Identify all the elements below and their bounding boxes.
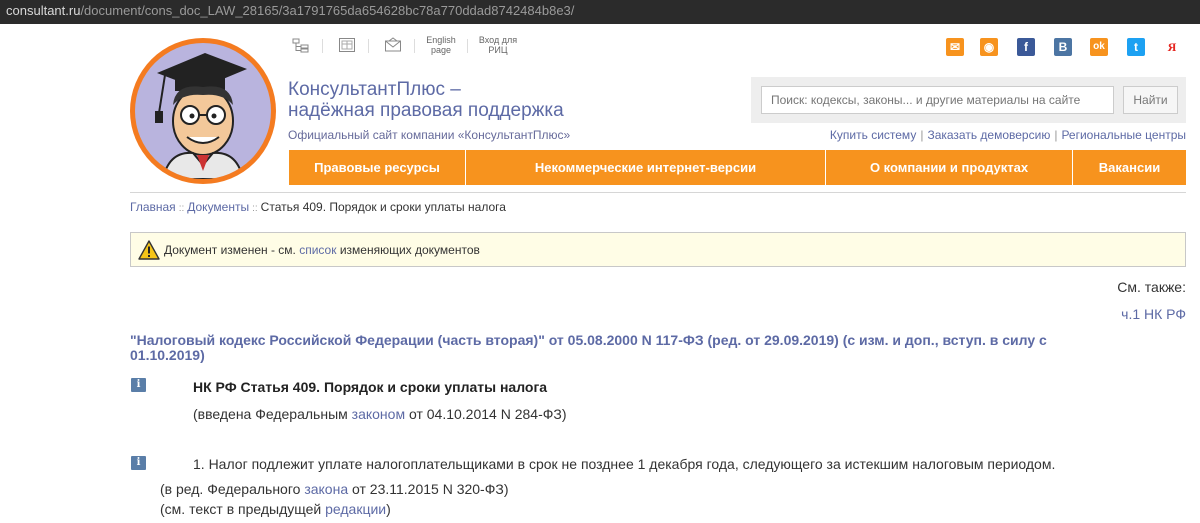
warning-icon bbox=[138, 240, 160, 260]
regional-centers-link[interactable]: Региональные центры bbox=[1061, 128, 1186, 142]
breadcrumb-documents[interactable]: Документы bbox=[187, 200, 249, 214]
brand-line-2: надёжная правовая поддержка bbox=[288, 100, 564, 121]
brand-line-1: КонсультантПлюс – bbox=[288, 79, 461, 100]
site-logo[interactable] bbox=[130, 38, 276, 184]
facebook-icon[interactable]: f bbox=[1017, 38, 1035, 56]
rss-icon[interactable]: ◉ bbox=[980, 38, 998, 56]
paragraph-1-note-after: от 23.11.2015 N 320-ФЗ) bbox=[348, 481, 509, 497]
info-icon[interactable]: i bbox=[131, 378, 146, 392]
header-sublinks: Купить систему | Заказать демоверсию | Регио… bbox=[830, 128, 1186, 142]
divider bbox=[414, 39, 415, 53]
envelope-icon[interactable] bbox=[384, 37, 402, 53]
divider bbox=[130, 192, 1186, 193]
english-page-link[interactable]: English page bbox=[424, 35, 458, 55]
breadcrumb: Главная:: Документы:: Статья 409. Порядок … bbox=[130, 200, 506, 214]
document-changed-notice: Документ изменен - см. список изменяющих… bbox=[130, 232, 1186, 267]
divider: | bbox=[1054, 128, 1058, 142]
ric-login-link[interactable]: Вход для РИЦ bbox=[476, 35, 520, 55]
divider: | bbox=[920, 128, 924, 142]
paragraph-1-note-before: (в ред. Федерального bbox=[160, 481, 305, 497]
main-nav: Правовые ресурсы Некоммерческие интернет… bbox=[289, 150, 1186, 185]
article-note: (введена Федеральным законом от 04.10.20… bbox=[193, 406, 567, 422]
odnoklassniki-icon[interactable]: ok bbox=[1090, 38, 1108, 56]
divider bbox=[368, 39, 369, 53]
search-input[interactable] bbox=[761, 86, 1114, 114]
buy-system-link[interactable]: Купить систему bbox=[830, 128, 916, 142]
site-subtitle: Официальный сайт компании «КонсультантПл… bbox=[288, 128, 571, 142]
breadcrumb-separator: :: bbox=[178, 203, 185, 214]
brand-title[interactable]: КонсультантПлюс – надёжная правовая подд… bbox=[288, 79, 564, 121]
nav-company-products[interactable]: О компании и продуктах bbox=[826, 150, 1073, 185]
vk-icon[interactable]: B bbox=[1054, 38, 1072, 56]
breadcrumb-home[interactable]: Главная bbox=[130, 200, 176, 214]
search-button[interactable]: Найти bbox=[1123, 86, 1178, 114]
paragraph-1-note: (в ред. Федерального закона от 23.11.201… bbox=[160, 481, 508, 497]
divider bbox=[322, 39, 323, 53]
mail-icon[interactable]: ✉ bbox=[946, 38, 964, 56]
notice-text: Документ изменен - см. список изменяющих… bbox=[164, 243, 480, 257]
breadcrumb-current: Статья 409. Порядок и сроки уплаты налог… bbox=[260, 200, 506, 214]
nav-noncommercial-versions[interactable]: Некоммерческие интернет-версии bbox=[466, 150, 826, 185]
breadcrumb-separator: :: bbox=[252, 203, 258, 214]
info-icon[interactable]: i bbox=[131, 456, 146, 470]
document-title: "Налоговый кодекс Российской Федерации (… bbox=[130, 332, 1047, 363]
article-note-before: (введена Федеральным bbox=[193, 406, 352, 422]
previous-edition-link[interactable]: редакции bbox=[325, 501, 386, 517]
nav-legal-resources[interactable]: Правовые ресурсы bbox=[289, 150, 466, 185]
see-also-label: См. также: bbox=[1117, 279, 1186, 295]
url-path: /document/cons_doc_LAW_28165/3a1791765da… bbox=[80, 3, 575, 18]
notice-text-before: Документ изменен - см. bbox=[164, 243, 300, 257]
previous-note-before: (см. текст в предыдущей bbox=[160, 501, 326, 517]
twitter-icon[interactable]: t bbox=[1127, 38, 1145, 56]
browser-url-bar[interactable]: consultant.ru/document/cons_doc_LAW_2816… bbox=[0, 0, 1200, 24]
divider bbox=[467, 39, 468, 53]
changes-list-link[interactable]: список bbox=[299, 243, 336, 257]
article-note-after: от 04.10.2014 N 284-ФЗ) bbox=[405, 406, 567, 422]
paragraph-1: 1. Налог подлежит уплате налогоплательщи… bbox=[193, 456, 1056, 472]
order-demo-link[interactable]: Заказать демоверсию bbox=[927, 128, 1050, 142]
law-link[interactable]: законом bbox=[352, 406, 405, 422]
url-text[interactable]: consultant.ru/document/cons_doc_LAW_2816… bbox=[6, 3, 574, 18]
see-also-link[interactable]: ч.1 НК РФ bbox=[1121, 306, 1186, 322]
sitemap-icon[interactable] bbox=[292, 37, 310, 53]
nav-vacancies[interactable]: Вакансии bbox=[1073, 150, 1186, 185]
logo-mascot bbox=[135, 43, 271, 179]
article-title: НК РФ Статья 409. Порядок и сроки уплаты… bbox=[193, 379, 548, 395]
search-box: Найти bbox=[751, 77, 1186, 123]
ric-login-label: Вход для РИЦ bbox=[478, 35, 518, 55]
yandex-icon[interactable]: Я bbox=[1163, 38, 1181, 56]
url-host: consultant.ru bbox=[6, 3, 81, 18]
previous-note-after: ) bbox=[386, 501, 391, 517]
english-page-label: English page bbox=[426, 35, 456, 55]
paragraph-1-previous-note: (см. текст в предыдущей редакции) bbox=[160, 501, 391, 517]
amendment-law-link[interactable]: закона bbox=[304, 481, 348, 497]
notice-text-after: изменяющих документов bbox=[336, 243, 480, 257]
calendar-icon[interactable] bbox=[338, 37, 356, 53]
